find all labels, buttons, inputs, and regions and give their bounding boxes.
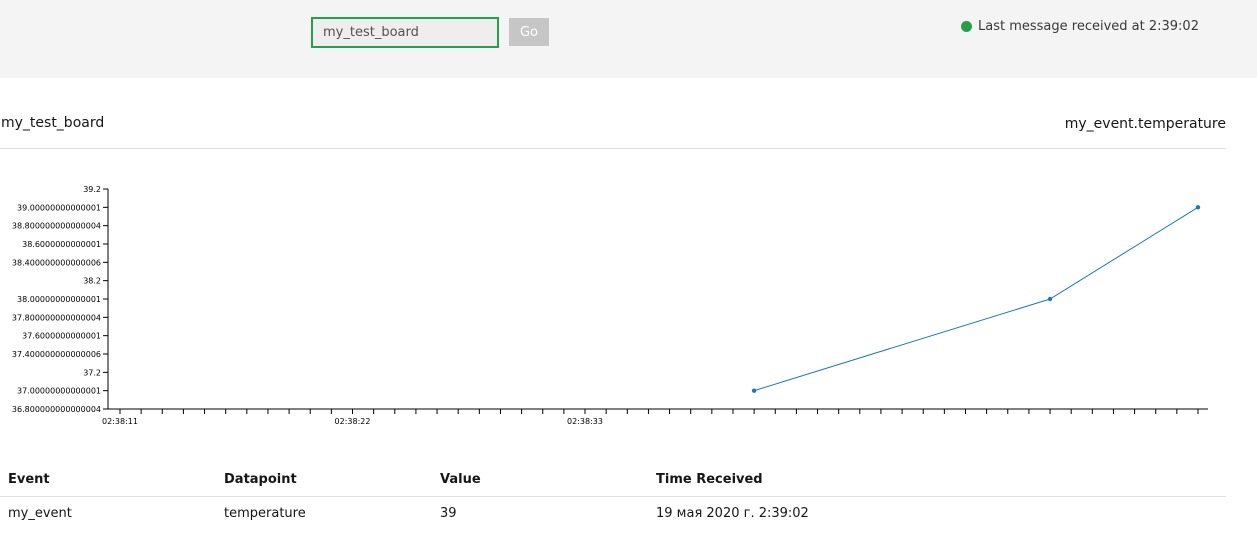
temperature-line-chart: 36.800000000000004 37.00000000000001 37.2 3… xyxy=(12,185,1208,426)
y-tick-label: 37.400000000000006 xyxy=(12,350,101,359)
data-point xyxy=(1195,205,1201,210)
x-tick-label: 02:38:22 xyxy=(335,417,371,426)
cell-event: my_event xyxy=(8,505,72,521)
cell-value: 39 xyxy=(440,505,457,521)
y-tick-label: 38.00000000000001 xyxy=(17,295,101,304)
go-button[interactable]: Go xyxy=(509,18,549,46)
y-tick-label: 36.800000000000004 xyxy=(12,405,101,414)
board-title: my_test_board xyxy=(1,115,105,131)
data-point xyxy=(751,388,757,393)
board-name-input[interactable] xyxy=(311,17,499,48)
x-tick-label: 02:38:11 xyxy=(102,417,138,426)
y-tick-label: 38.800000000000004 xyxy=(12,222,101,231)
cell-time-received: 19 мая 2020 г. 2:39:02 xyxy=(656,505,809,521)
column-header-event: Event xyxy=(0,462,216,497)
y-tick-label: 37.6000000000001 xyxy=(22,332,101,341)
divider xyxy=(0,148,1226,149)
column-header-time-received: Time Received xyxy=(648,462,1226,497)
status-dot-icon xyxy=(961,20,972,32)
table-row: my_event temperature 39 19 мая 2020 г. 2… xyxy=(0,497,1226,530)
x-tick-label: 02:38:33 xyxy=(567,417,603,426)
connection-status: Last message received at 2:39:02 xyxy=(961,17,1199,35)
series-line xyxy=(753,206,1199,392)
y-tick-label: 37.800000000000004 xyxy=(12,313,101,322)
table-header-row: Event Datapoint Value Time Received xyxy=(0,462,1226,497)
cell-datapoint: temperature xyxy=(224,505,306,521)
top-bar: Go Last message received at 2:39:02 xyxy=(0,0,1257,78)
data-point xyxy=(1047,296,1053,302)
y-tick-label: 37.00000000000001 xyxy=(17,387,101,396)
events-table: Event Datapoint Value Time Received my_e… xyxy=(0,462,1226,529)
y-tick-label: 38.2 xyxy=(83,277,101,286)
column-header-value: Value xyxy=(432,462,648,497)
y-tick-label: 38.400000000000006 xyxy=(12,258,101,267)
status-text: Last message received at 2:39:02 xyxy=(978,18,1199,34)
column-header-datapoint: Datapoint xyxy=(216,462,432,497)
y-tick-label: 39.2 xyxy=(83,185,101,194)
y-tick-label: 38.6000000000001 xyxy=(22,240,101,249)
y-tick-label: 39.00000000000001 xyxy=(17,203,101,212)
y-tick-label: 37.2 xyxy=(83,368,101,377)
metric-title: my_event.temperature xyxy=(1064,116,1226,132)
